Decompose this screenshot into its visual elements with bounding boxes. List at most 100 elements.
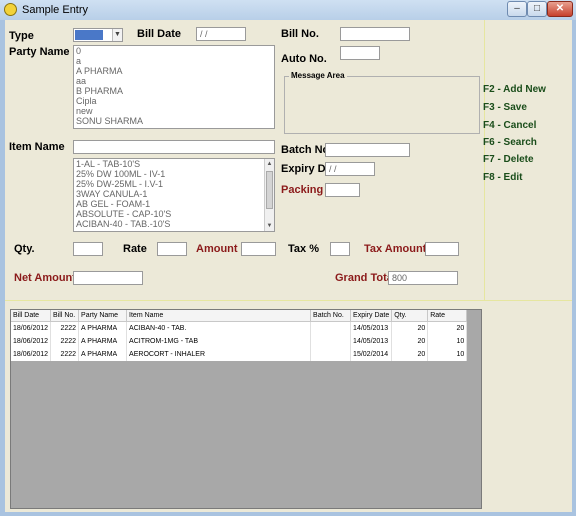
cell-bill-date: 18/06/2012	[11, 348, 52, 361]
entries-table: Bill Date Bill No. Party Name Item Name …	[11, 310, 468, 361]
amount-input[interactable]	[241, 242, 276, 256]
party-name-list[interactable]: 0 a A PHARMA aa B PHARMA Cipla new SONU …	[73, 45, 275, 129]
list-item[interactable]: B PHARMA	[74, 86, 274, 96]
tax-pct-input[interactable]	[330, 242, 350, 256]
shortcut-add-new[interactable]: F2 - Add New	[483, 84, 546, 95]
amount-label: Amount	[196, 243, 238, 255]
list-item[interactable]: ACIBAN-40 - TAB.-10'S	[74, 219, 274, 229]
cell-rate: 20	[427, 321, 468, 335]
cell-party-name: A PHARMA	[78, 335, 128, 348]
maximize-button[interactable]: □	[527, 1, 547, 17]
auto-no-input[interactable]	[340, 46, 380, 60]
column-header[interactable]: Party Name	[78, 310, 128, 322]
window-title: Sample Entry	[22, 4, 89, 16]
auto-no-label: Auto No.	[281, 53, 327, 65]
tax-amount-label: Tax Amount	[364, 243, 427, 255]
list-item[interactable]: aa	[74, 76, 274, 86]
chevron-down-icon[interactable]: ▼	[112, 29, 122, 41]
tax-pct-label: Tax %	[288, 243, 319, 255]
list-item[interactable]: ABSOLUTE - CAP-10'S	[74, 209, 274, 219]
grand-total-input[interactable]: 800	[388, 271, 458, 285]
scroll-up-icon[interactable]: ▲	[265, 159, 274, 169]
packing-label: Packing	[281, 184, 324, 196]
cell-qty: 20	[391, 335, 429, 348]
shortcut-search[interactable]: F6 - Search	[483, 137, 537, 148]
list-item[interactable]: 0	[74, 46, 274, 56]
column-header[interactable]: Bill No.	[50, 310, 80, 322]
scroll-down-icon[interactable]: ▼	[265, 221, 274, 231]
shortcut-edit[interactable]: F8 - Edit	[483, 172, 522, 183]
shortcut-delete[interactable]: F7 - Delete	[483, 154, 534, 165]
cell-expiry-date: 15/02/2014	[350, 348, 393, 361]
list-item[interactable]: AB GEL - FOAM-1	[74, 199, 274, 209]
bill-date-input[interactable]: / /	[196, 27, 246, 41]
list-item[interactable]: 25% DW 100ML - IV-1	[74, 169, 274, 179]
column-header[interactable]: Expiry Date	[350, 310, 393, 322]
list-item[interactable]: a	[74, 56, 274, 66]
rate-label: Rate	[123, 243, 147, 255]
item-list-scrollbar[interactable]: ▲ ▼	[264, 159, 274, 231]
app-window: Sample Entry – □ ✕ Type ▼ Bill Date / / …	[0, 0, 576, 516]
message-area-label: Message Area	[289, 71, 347, 80]
expiry-input[interactable]: / /	[325, 162, 375, 176]
item-list[interactable]: 1-AL - TAB-10'S 25% DW 100ML - IV-1 25% …	[73, 158, 275, 232]
close-button[interactable]: ✕	[547, 1, 573, 17]
qty-label: Qty.	[14, 243, 35, 255]
net-amount-input[interactable]	[73, 271, 143, 285]
net-amount-label: Net Amount	[14, 272, 76, 284]
shortcut-cancel[interactable]: F4 - Cancel	[483, 120, 536, 131]
list-item[interactable]: 3WAY CANULA-1	[74, 189, 274, 199]
cell-rate: 10	[427, 348, 468, 361]
column-header[interactable]: Bill Date	[11, 310, 52, 322]
list-item[interactable]: new	[74, 106, 274, 116]
grand-total-label: Grand Total	[335, 272, 396, 284]
shortcut-save[interactable]: F3 - Save	[483, 102, 527, 113]
tax-amount-input[interactable]	[425, 242, 459, 256]
packing-input[interactable]	[325, 183, 360, 197]
minimize-button[interactable]: –	[507, 1, 527, 17]
cell-bill-no: 2222	[50, 335, 80, 348]
party-name-label: Party Name	[9, 46, 70, 58]
batch-no-input[interactable]	[325, 143, 410, 157]
bill-date-label: Bill Date	[137, 28, 182, 40]
bill-no-input[interactable]	[340, 27, 410, 41]
cell-expiry-date: 14/05/2013	[350, 335, 393, 348]
table-row[interactable]: 18/06/2012 2222 A PHARMA ACIBAN-40 - TAB…	[11, 321, 468, 335]
list-item[interactable]: Cipla	[74, 96, 274, 106]
type-select[interactable]: ▼	[73, 28, 123, 42]
scroll-thumb[interactable]	[266, 171, 273, 209]
list-item[interactable]: A PHARMA	[74, 66, 274, 76]
cell-batch-no	[310, 321, 352, 335]
column-header[interactable]: Item Name	[126, 310, 312, 322]
cell-item-name: ACIBAN-40 - TAB.	[126, 321, 312, 335]
table-row[interactable]: 18/06/2012 2222 A PHARMA ACITROM-1MG - T…	[11, 335, 468, 348]
table-row[interactable]: 18/06/2012 2222 A PHARMA AEROCORT - INHA…	[11, 348, 468, 361]
list-item[interactable]: SONU SHARMA	[74, 116, 274, 126]
cell-batch-no	[310, 348, 352, 361]
type-selected-value	[75, 30, 103, 40]
form-area: Type ▼ Bill Date / / Bill No. Party Name…	[5, 20, 572, 512]
item-name-input[interactable]	[73, 140, 275, 154]
type-label: Type	[9, 30, 34, 42]
horizontal-divider	[5, 300, 572, 301]
cell-qty: 20	[391, 321, 429, 335]
entries-grid[interactable]: Bill Date Bill No. Party Name Item Name …	[10, 309, 482, 509]
cell-item-name: AEROCORT - INHALER	[126, 348, 312, 361]
list-item[interactable]: 1-AL - TAB-10'S	[74, 159, 274, 169]
cell-bill-no: 2222	[50, 348, 80, 361]
column-header[interactable]: Batch No.	[310, 310, 352, 322]
cell-expiry-date: 14/05/2013	[350, 321, 393, 335]
rate-input[interactable]	[157, 242, 187, 256]
column-header[interactable]: Rate	[427, 310, 468, 322]
list-item[interactable]: 25% DW-25ML - I.V-1	[74, 179, 274, 189]
app-icon	[4, 3, 17, 16]
cell-bill-date: 18/06/2012	[11, 335, 52, 348]
column-header[interactable]: Qty.	[391, 310, 429, 322]
cell-party-name: A PHARMA	[78, 348, 128, 361]
qty-input[interactable]	[73, 242, 103, 256]
cell-bill-date: 18/06/2012	[11, 321, 52, 335]
title-bar: Sample Entry – □ ✕	[0, 0, 576, 20]
cell-rate: 10	[427, 335, 468, 348]
cell-qty: 20	[391, 348, 429, 361]
cell-batch-no	[310, 335, 352, 348]
